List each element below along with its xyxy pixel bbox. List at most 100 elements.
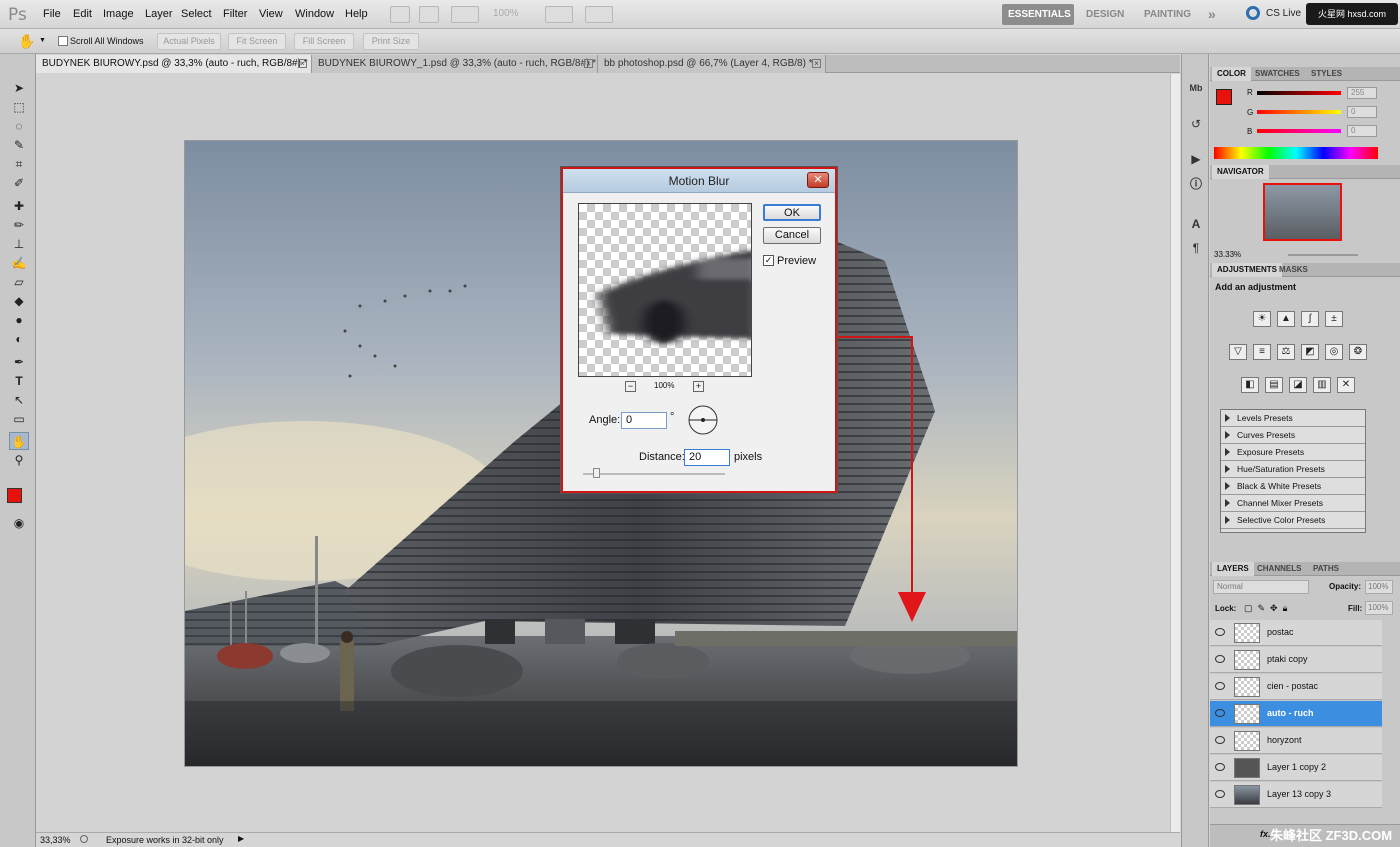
- cancel-button[interactable]: Cancel: [763, 227, 821, 244]
- tab-masks[interactable]: MASKS: [1274, 263, 1313, 277]
- eye-icon[interactable]: [1215, 628, 1225, 636]
- lasso-tool-icon[interactable]: ◌: [9, 117, 29, 135]
- type-tool-icon[interactable]: T: [9, 372, 29, 390]
- tool-preset-dropdown-icon[interactable]: ▼: [39, 37, 46, 44]
- menu-select[interactable]: Select: [181, 8, 212, 20]
- healing-brush-tool-icon[interactable]: ✚: [9, 197, 29, 215]
- distance-slider-handle[interactable]: [593, 468, 600, 478]
- invert-icon[interactable]: ◧: [1241, 377, 1259, 393]
- workspace-painting[interactable]: PAINTING: [1138, 4, 1197, 25]
- fg-color-swatch[interactable]: [1216, 89, 1232, 105]
- blend-mode-select[interactable]: Normal: [1213, 580, 1309, 594]
- curves-icon[interactable]: ∫: [1301, 311, 1319, 327]
- tab-budynek-biurowy-1[interactable]: BUDYNEK BIUROWY_1.psd @ 33,3% (auto - ru…: [312, 55, 598, 73]
- zoom-in-button[interactable]: +: [693, 381, 704, 392]
- quick-select-tool-icon[interactable]: ✎: [9, 136, 29, 154]
- eye-icon[interactable]: [1215, 682, 1225, 690]
- more-workspaces-icon[interactable]: »: [1202, 4, 1222, 25]
- zoom-tool-icon[interactable]: ⚲: [9, 451, 29, 469]
- eye-icon[interactable]: [1215, 655, 1225, 663]
- close-icon[interactable]: ✕: [807, 172, 829, 188]
- navigator-zoom[interactable]: 33.33%: [1214, 250, 1241, 259]
- arrange-documents-button[interactable]: [545, 6, 573, 23]
- eye-icon[interactable]: [1215, 736, 1225, 744]
- tab-styles[interactable]: STYLES: [1306, 67, 1347, 81]
- tab-channels[interactable]: CHANNELS: [1252, 562, 1306, 576]
- tab-navigator[interactable]: NAVIGATOR: [1212, 165, 1269, 179]
- zoom-out-button[interactable]: −: [625, 381, 636, 392]
- paragraph-panel-icon[interactable]: ¶: [1186, 238, 1206, 258]
- shape-tool-icon[interactable]: ▭: [9, 410, 29, 428]
- posterize-icon[interactable]: ▤: [1265, 377, 1283, 393]
- history-brush-tool-icon[interactable]: ✍: [9, 254, 29, 272]
- tab-budynek-biurowy[interactable]: BUDYNEK BIUROWY.psd @ 33,3% (auto - ruch…: [36, 55, 312, 73]
- tab-layers[interactable]: LAYERS: [1212, 562, 1254, 576]
- fill-screen-button[interactable]: Fill Screen: [294, 33, 354, 50]
- minibridge-panel-icon[interactable]: Mb: [1186, 78, 1206, 98]
- distance-slider-track[interactable]: [583, 473, 725, 475]
- brush-tool-icon[interactable]: ✏: [9, 216, 29, 234]
- layer-row[interactable]: postac: [1210, 620, 1382, 646]
- bridge-button[interactable]: [390, 6, 410, 23]
- info-panel-icon[interactable]: ⓘ: [1186, 174, 1206, 194]
- preset-hue-saturation[interactable]: Hue/Saturation Presets: [1221, 461, 1365, 478]
- hand-tool-button-icon[interactable]: ✋: [9, 432, 29, 450]
- layer-row[interactable]: cien - postac: [1210, 674, 1382, 700]
- r-slider[interactable]: [1257, 91, 1341, 95]
- fx-icon[interactable]: fx.: [1260, 829, 1271, 839]
- vertical-scrollbar[interactable]: [1170, 74, 1180, 832]
- brightness-icon[interactable]: ☀: [1253, 311, 1271, 327]
- menu-layer[interactable]: Layer: [145, 8, 173, 20]
- menu-help[interactable]: Help: [345, 8, 368, 20]
- move-tool-icon[interactable]: ➤: [9, 79, 29, 97]
- hue-saturation-icon[interactable]: ≡: [1253, 344, 1271, 360]
- tab-paths[interactable]: PATHS: [1308, 562, 1344, 576]
- history-panel-icon[interactable]: ↺: [1186, 114, 1206, 134]
- channel-mixer-icon[interactable]: ❂: [1349, 344, 1367, 360]
- workspace-essentials[interactable]: ESSENTIALS: [1002, 4, 1074, 25]
- actual-pixels-button[interactable]: Actual Pixels: [157, 33, 221, 50]
- eye-icon[interactable]: [1215, 790, 1225, 798]
- angle-input[interactable]: 0: [621, 412, 667, 429]
- eye-icon[interactable]: [1215, 763, 1225, 771]
- foreground-color-swatch[interactable]: [7, 488, 22, 503]
- distance-input[interactable]: 20: [684, 449, 730, 466]
- minibridge-button[interactable]: [419, 6, 439, 23]
- vibrance-icon[interactable]: ▽: [1229, 344, 1247, 360]
- character-panel-icon[interactable]: A: [1186, 214, 1206, 234]
- threshold-icon[interactable]: ◪: [1289, 377, 1307, 393]
- layer-row[interactable]: horyzont: [1210, 728, 1382, 754]
- menu-window[interactable]: Window: [295, 8, 334, 20]
- pen-tool-icon[interactable]: ✒: [9, 353, 29, 371]
- selective-color-icon[interactable]: ✕: [1337, 377, 1355, 393]
- layer-row[interactable]: Layer 1 copy 2: [1210, 755, 1382, 781]
- extras-button[interactable]: [451, 6, 479, 23]
- preview-checkbox[interactable]: ✓: [763, 255, 774, 266]
- b-value[interactable]: 0: [1347, 125, 1377, 137]
- levels-icon[interactable]: ▲: [1277, 311, 1295, 327]
- paint-bucket-tool-icon[interactable]: ◆: [9, 292, 29, 310]
- zoom-level[interactable]: 100%: [493, 8, 519, 19]
- actions-panel-icon[interactable]: ▶: [1186, 149, 1206, 169]
- b-slider[interactable]: [1257, 129, 1341, 133]
- angle-dial-icon[interactable]: [688, 405, 718, 435]
- tab-color[interactable]: COLOR: [1212, 67, 1251, 81]
- g-value[interactable]: 0: [1347, 106, 1377, 118]
- tab-adjustments[interactable]: ADJUSTMENTS: [1212, 263, 1283, 277]
- opacity-input[interactable]: 100%: [1365, 580, 1393, 594]
- fill-input[interactable]: 100%: [1365, 601, 1393, 615]
- tab-bb-photoshop[interactable]: bb photoshop.psd @ 66,7% (Layer 4, RGB/8…: [598, 55, 826, 73]
- r-value[interactable]: 255: [1347, 87, 1377, 99]
- cs-live-button[interactable]: CS Live: [1266, 8, 1301, 19]
- fit-screen-button[interactable]: Fit Screen: [228, 33, 286, 50]
- layer-row[interactable]: Layer 13 copy 3: [1210, 782, 1382, 808]
- blur-tool-icon[interactable]: ●: [9, 311, 29, 329]
- status-zoom[interactable]: 33,33%: [40, 835, 71, 845]
- exposure-icon[interactable]: ±: [1325, 311, 1343, 327]
- quick-mask-icon[interactable]: ◉: [9, 514, 29, 532]
- eye-icon[interactable]: [1215, 709, 1225, 717]
- menu-edit[interactable]: Edit: [73, 8, 92, 20]
- marquee-tool-icon[interactable]: ⬚: [9, 98, 29, 116]
- navigator-thumbnail[interactable]: [1263, 183, 1342, 241]
- preset-channel-mixer[interactable]: Channel Mixer Presets: [1221, 495, 1365, 512]
